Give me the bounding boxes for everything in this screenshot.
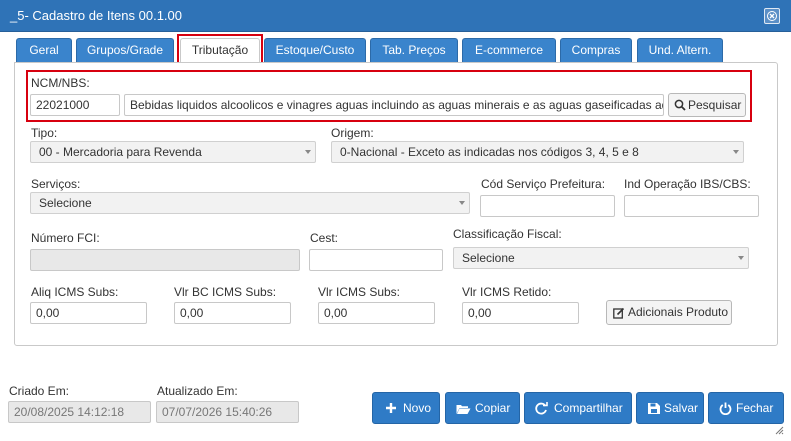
classificacao-label: Classificação Fiscal:	[453, 227, 562, 241]
tab-estoque-custo[interactable]: Estoque/Custo	[264, 38, 366, 62]
tab-compras[interactable]: Compras	[560, 38, 632, 62]
servicos-value: Selecione	[39, 196, 92, 210]
compartilhar-label: Compartilhar	[554, 401, 623, 415]
share-icon	[535, 402, 548, 415]
chevron-down-icon	[459, 201, 465, 205]
cod-servico-label: Cód Serviço Prefeitura:	[481, 177, 606, 191]
numero-fci-input	[30, 249, 300, 271]
novo-button[interactable]: Novo	[372, 392, 440, 424]
vlr-bc-icms-subs-label: Vlr BC ICMS Subs:	[174, 285, 277, 299]
save-icon	[648, 403, 660, 414]
vlr-icms-retido-label: Vlr ICMS Retido:	[462, 285, 552, 299]
adicionais-produto-label: Adicionais Produto	[628, 305, 729, 319]
classificacao-value: Selecione	[462, 251, 515, 265]
close-button[interactable]	[764, 8, 780, 24]
chevron-down-icon	[305, 150, 311, 154]
atualizado-em-label: Atualizado Em:	[157, 384, 238, 398]
tipo-value: 00 - Mercadoria para Revenda	[39, 145, 202, 159]
origem-label: Origem:	[331, 126, 374, 140]
cest-input[interactable]	[309, 249, 443, 271]
aliq-icms-subs-label: Aliq ICMS Subs:	[31, 285, 119, 299]
criado-em-input: 20/08/2025 14:12:18	[8, 401, 151, 423]
servicos-label: Serviços:	[31, 177, 81, 191]
novo-label: Novo	[403, 401, 432, 415]
vlr-icms-subs-label: Vlr ICMS Subs:	[318, 285, 401, 299]
cod-servico-input[interactable]	[480, 195, 615, 217]
chevron-down-icon	[738, 256, 744, 260]
salvar-label: Salvar	[664, 401, 699, 415]
fechar-button[interactable]: Fechar	[708, 392, 784, 424]
tipo-select[interactable]: 00 - Mercadoria para Revenda	[30, 141, 316, 163]
tab-und-altern[interactable]: Und. Altern.	[637, 38, 723, 62]
window-title: _5- Cadastro de Itens 00.1.00	[10, 8, 183, 23]
tab-e-commerce[interactable]: E-commerce	[462, 38, 556, 62]
ind-operacao-input[interactable]	[624, 195, 759, 217]
origem-select[interactable]: 0-Nacional - Exceto as indicadas nos cód…	[331, 141, 744, 163]
atualizado-em-input: 07/07/2026 15:40:26	[156, 401, 299, 423]
tab-grupos-grade[interactable]: Grupos/Grade	[76, 38, 174, 62]
aliq-icms-subs-input[interactable]: 0,00	[30, 302, 147, 324]
criado-em-label: Criado Em:	[9, 384, 70, 398]
copiar-button[interactable]: Copiar	[445, 392, 520, 424]
folder-open-icon	[456, 405, 471, 414]
compartilhar-button[interactable]: Compartilhar	[524, 392, 632, 424]
close-icon	[767, 11, 777, 21]
vlr-icms-subs-input[interactable]: 0,00	[318, 302, 435, 324]
ncm-highlight-box	[26, 70, 752, 122]
tab-geral[interactable]: Geral	[16, 38, 72, 62]
numero-fci-label: Número FCI:	[31, 231, 100, 245]
adicionais-produto-button[interactable]: Adicionais Produto	[606, 300, 732, 325]
resize-handle-icon[interactable]	[774, 425, 784, 435]
edit-icon	[613, 307, 625, 319]
chevron-down-icon	[733, 150, 739, 154]
plus-icon	[386, 403, 396, 413]
tab-tab-precos[interactable]: Tab. Preços	[370, 38, 458, 62]
classificacao-select[interactable]: Selecione	[453, 247, 749, 269]
servicos-select[interactable]: Selecione	[30, 192, 470, 214]
origem-value: 0-Nacional - Exceto as indicadas nos cód…	[340, 145, 639, 159]
tipo-label: Tipo:	[31, 126, 58, 140]
cest-label: Cest:	[310, 231, 339, 245]
salvar-button[interactable]: Salvar	[636, 392, 704, 424]
power-icon	[719, 402, 732, 415]
fechar-label: Fechar	[736, 401, 774, 415]
vlr-bc-icms-subs-input[interactable]: 0,00	[174, 302, 291, 324]
ind-operacao-label: Ind Operação IBS/CBS:	[624, 177, 751, 191]
vlr-icms-retido-input[interactable]: 0,00	[462, 302, 579, 324]
copiar-label: Copiar	[475, 401, 511, 415]
window-titlebar: _5- Cadastro de Itens 00.1.00	[0, 0, 791, 32]
